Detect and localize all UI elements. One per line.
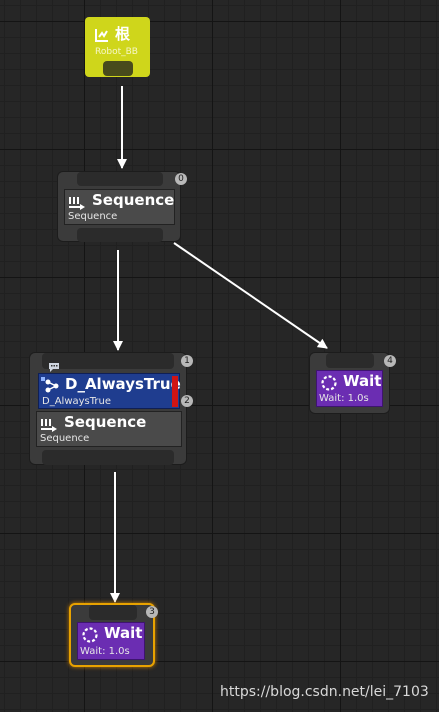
root-node[interactable]: 根 Robot_BB xyxy=(85,17,150,77)
root-subtitle: Robot_BB xyxy=(95,47,138,57)
sequence-body: Sequence Sequence xyxy=(64,189,175,225)
execution-index-badge: 4 xyxy=(384,355,396,367)
sequence-output-pin[interactable] xyxy=(77,228,163,242)
sequence-title: Sequence xyxy=(92,191,175,209)
root-title: 根 xyxy=(115,25,131,43)
decorator-subtitle: D_AlwaysTrue xyxy=(42,396,111,407)
decorator-always-true[interactable]: D_AlwaysTrue D_AlwaysTrue xyxy=(38,373,181,409)
wait-title: Wait xyxy=(343,372,382,390)
sequence-input-pin[interactable] xyxy=(42,353,174,369)
wait-subtitle: Wait: 1.0s xyxy=(319,393,369,404)
sequence-subtitle: Sequence xyxy=(40,433,90,444)
sequence-node-1[interactable]: D_AlwaysTrue D_AlwaysTrue Sequence Seque… xyxy=(29,352,187,465)
wait-task-node-4[interactable]: Wait Wait: 1.0s xyxy=(309,352,390,414)
wait-task-body: Wait Wait: 1.0s xyxy=(316,370,383,407)
behavior-tree-graph[interactable]: 根 Robot_BB Sequence Sequence 0 D_AlwaysT… xyxy=(0,0,439,712)
decorator-flow-abort-indicator xyxy=(172,376,178,407)
root-output-pin[interactable] xyxy=(103,61,133,76)
wait-subtitle: Wait: 1.0s xyxy=(80,646,130,657)
wait-task-node-3[interactable]: Wait Wait: 1.0s xyxy=(69,603,155,667)
root-graph-icon xyxy=(95,27,109,46)
sequence-node-0[interactable]: Sequence Sequence xyxy=(57,171,181,242)
sequence-input-pin[interactable] xyxy=(77,172,163,186)
decorator-title: D_AlwaysTrue xyxy=(65,375,181,393)
wait-icon xyxy=(81,626,99,648)
sequence-body: Sequence Sequence xyxy=(36,411,182,447)
watermark-text: https://blog.csdn.net/lei_7103 xyxy=(220,684,429,700)
execution-index-badge: 1 xyxy=(181,355,193,367)
wait-task-body: Wait Wait: 1.0s xyxy=(77,622,145,660)
wait-title: Wait xyxy=(104,624,143,642)
sequence-title: Sequence xyxy=(64,413,147,431)
wait-input-pin[interactable] xyxy=(326,353,374,368)
execution-index-badge: 3 xyxy=(146,606,158,618)
wait-input-pin[interactable] xyxy=(89,605,137,620)
decorator-index-badge: 2 xyxy=(181,395,193,407)
wire-sequence-to-wait-right[interactable] xyxy=(173,242,328,349)
execution-index-badge: 0 xyxy=(175,173,187,185)
sequence-subtitle: Sequence xyxy=(68,211,118,222)
sequence-output-pin[interactable] xyxy=(42,450,174,465)
